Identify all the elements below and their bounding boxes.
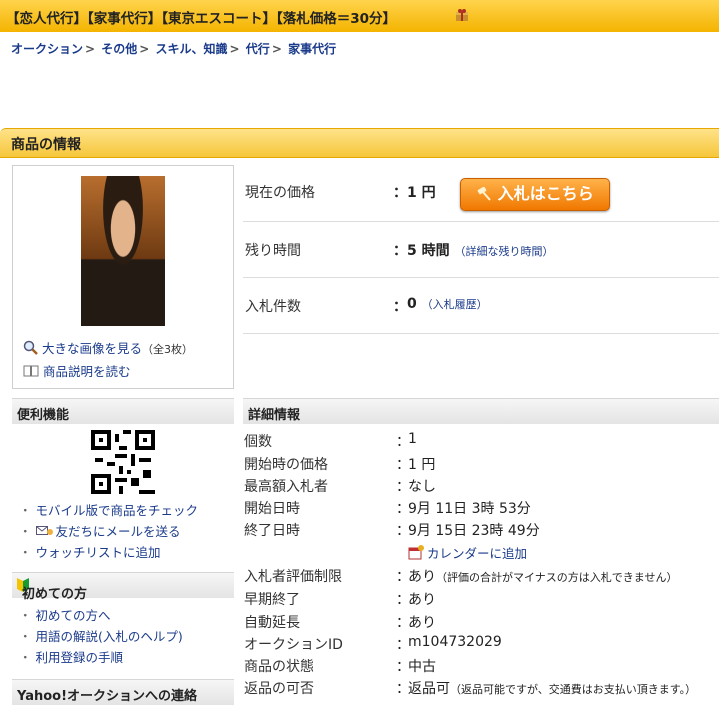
detail-value-text: 返品可 bbox=[408, 681, 450, 697]
time-value: 5 時間 bbox=[407, 243, 450, 259]
breadcrumb-separator: > bbox=[229, 42, 240, 56]
contact-title: Yahoo!オークションへの連絡 bbox=[17, 689, 198, 704]
breadcrumb-item-other[interactable]: その他 bbox=[101, 42, 137, 56]
price-label: 現在の価格 bbox=[245, 185, 315, 201]
detail-note: （返品可能ですが、交通費はお支払い頂きます。） bbox=[450, 683, 697, 696]
magnifier-icon bbox=[23, 340, 38, 355]
beginner-item-registration[interactable]: ・利用登録の手順 bbox=[19, 647, 123, 666]
bid-count-row: 入札件数 ： 0 （入札履歴） bbox=[243, 277, 719, 334]
gavel-icon bbox=[477, 187, 491, 201]
detail-value-text: なし bbox=[408, 479, 436, 495]
detail-value-text: 中古 bbox=[408, 659, 436, 675]
remaining-time-row: 残り時間 ： 5 時間 （詳細な残り時間） bbox=[243, 221, 719, 278]
detail-note: （評価の合計がマイナスの方は入札できません） bbox=[436, 571, 678, 584]
breadcrumb-separator: > bbox=[85, 42, 96, 56]
detail-value-text: 1 円 bbox=[408, 457, 436, 473]
detail-label: 終了日時 bbox=[244, 523, 300, 539]
breadcrumb-separator: > bbox=[139, 42, 150, 56]
description-link[interactable]: 商品説明を読む bbox=[23, 361, 131, 380]
detail-value-text: 9月 11日 3時 53分 bbox=[408, 501, 531, 517]
convenience-title: 便利機能 bbox=[17, 408, 70, 423]
detail-value: あり bbox=[408, 612, 436, 632]
qr-code bbox=[91, 430, 155, 494]
bid-button-label: 入札はこちら bbox=[497, 184, 594, 203]
detail-label: オークションID bbox=[244, 637, 343, 653]
detail-value: m104732029 bbox=[408, 634, 502, 650]
image-box: 大きな画像を見る（全3枚） 商品説明を読む bbox=[12, 165, 234, 389]
detail-label: 開始時の価格 bbox=[244, 457, 328, 473]
detail-label: 入札者評価制限 bbox=[244, 569, 342, 585]
bid-history-link[interactable]: （入札履歴） bbox=[422, 296, 488, 312]
section-title: 商品の情報 bbox=[11, 137, 81, 153]
convenience-header: 便利機能 bbox=[12, 398, 234, 424]
detail-label: 早期終了 bbox=[244, 592, 300, 608]
bids-value: 0 bbox=[407, 296, 417, 312]
breadcrumb-item-auction[interactable]: オークション bbox=[11, 42, 83, 56]
detail-value-text: 9月 15日 23時 49分 bbox=[408, 523, 540, 539]
detail-value: あり（評価の合計がマイナスの方は入札できません） bbox=[408, 566, 677, 586]
time-detail-link[interactable]: （詳細な残り時間） bbox=[455, 243, 554, 259]
detail-label: 最高額入札者 bbox=[244, 479, 328, 495]
description-label[interactable]: 商品説明を読む bbox=[43, 364, 131, 379]
beginner-item-intro[interactable]: ・初めての方へ bbox=[19, 605, 111, 624]
gift-icon bbox=[456, 9, 468, 21]
detail-label: 返品の可否 bbox=[244, 681, 314, 697]
detail-value: 1 円 bbox=[408, 454, 435, 474]
detail-value: 中古 bbox=[408, 656, 436, 676]
breadcrumb-item-skill[interactable]: スキル、知識 bbox=[156, 42, 228, 56]
product-photo[interactable] bbox=[81, 176, 165, 326]
section-header: 商品の情報 bbox=[0, 128, 719, 158]
breadcrumb-item-proxy[interactable]: 代行 bbox=[246, 42, 270, 56]
bids-label: 入札件数 bbox=[245, 299, 301, 315]
detail-label: 個数 bbox=[244, 434, 272, 450]
detail-label: 自動延長 bbox=[244, 615, 300, 631]
detail-label: 開始日時 bbox=[244, 501, 300, 517]
beginner-header: 初めての方 bbox=[12, 572, 234, 602]
detail-value-text: あり bbox=[408, 592, 436, 608]
breadcrumb-item-housework[interactable]: 家事代行 bbox=[288, 42, 336, 56]
book-icon bbox=[23, 365, 39, 377]
convenience-item-mobile[interactable]: ・モバイル版で商品をチェック bbox=[19, 500, 198, 519]
detail-label: 商品の状態 bbox=[244, 659, 314, 675]
large-image-link[interactable]: 大きな画像を見る（全3枚） bbox=[23, 338, 193, 357]
page-title: 【恋人代行】【家事代行】【東京エスコート】【落札価格＝30分】 bbox=[6, 11, 397, 27]
detail-value: 返品可（返品可能ですが、交通費はお支払い頂きます。） bbox=[408, 678, 696, 698]
detail-value: あり bbox=[408, 589, 436, 609]
details-title: 詳細情報 bbox=[248, 408, 301, 423]
details-header: 詳細情報 bbox=[243, 398, 719, 424]
convenience-item-watchlist[interactable]: ・ウォッチリストに追加 bbox=[19, 542, 161, 561]
detail-value: なし bbox=[408, 476, 436, 496]
beginner-item-glossary[interactable]: ・用語の解説(入札のヘルプ) bbox=[19, 626, 183, 645]
image-count: （全3枚） bbox=[142, 343, 193, 356]
detail-value: 9月 11日 3時 53分 bbox=[408, 498, 531, 518]
title-bar: 【恋人代行】【家事代行】【東京エスコート】【落札価格＝30分】 bbox=[0, 0, 719, 32]
beginner-title: 初めての方 bbox=[17, 578, 87, 602]
large-image-label[interactable]: 大きな画像を見る bbox=[42, 341, 142, 356]
convenience-item-mail[interactable]: ・友だちにメールを送る bbox=[19, 521, 181, 540]
mail-icon bbox=[35, 526, 53, 535]
bid-button[interactable]: 入札はこちら bbox=[460, 178, 610, 211]
detail-value: 9月 15日 23時 49分 bbox=[408, 520, 540, 540]
contact-header: Yahoo!オークションへの連絡 bbox=[12, 679, 234, 705]
detail-value: 1 bbox=[408, 431, 417, 447]
detail-value-text: あり bbox=[408, 569, 436, 585]
breadcrumb: オークション > その他 > スキル、知識 > 代行 > 家事代行 bbox=[11, 40, 336, 57]
detail-value-text: あり bbox=[408, 615, 436, 631]
detail-value-text: 1 bbox=[408, 431, 417, 447]
calendar-add-link[interactable]: カレンダーに追加 bbox=[408, 543, 527, 562]
calendar-add-label[interactable]: カレンダーに追加 bbox=[427, 546, 527, 561]
time-label: 残り時間 bbox=[245, 243, 301, 259]
breadcrumb-separator: > bbox=[271, 42, 282, 56]
price-value: 1 円 bbox=[407, 185, 436, 201]
detail-value-text: m104732029 bbox=[408, 634, 502, 650]
calendar-icon bbox=[408, 545, 424, 560]
